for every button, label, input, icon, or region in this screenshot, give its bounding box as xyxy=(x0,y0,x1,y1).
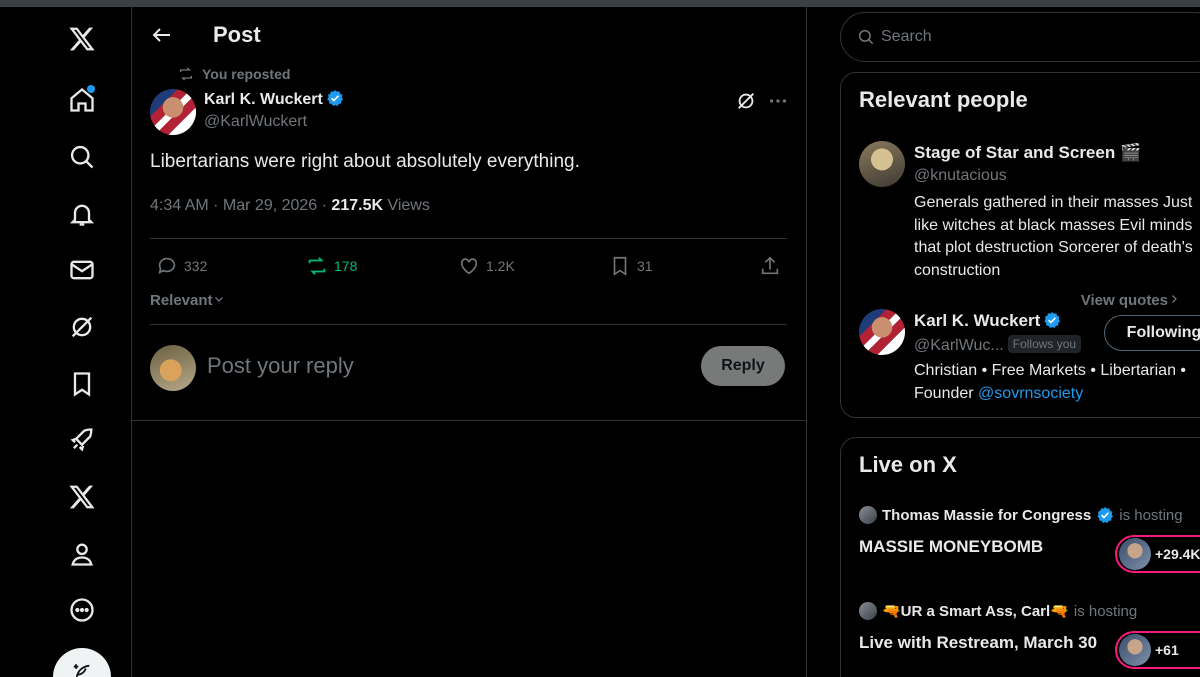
post-text: Libertarians were right about absolutely… xyxy=(150,151,580,172)
author-handle[interactable]: @KarlWuckert xyxy=(204,113,307,131)
rocket-icon[interactable] xyxy=(62,420,102,460)
reposted-indicator: You reposted xyxy=(178,66,290,82)
repost-active-icon xyxy=(308,257,326,275)
post-meta: 4:34 AM · Mar 29, 2026 · 217.5K Views xyxy=(150,197,430,215)
search-input[interactable]: Search xyxy=(840,12,1200,62)
reply-input[interactable]: Post your reply xyxy=(207,353,354,379)
reply-sort-label: Relevant xyxy=(150,292,213,309)
compose-feather-icon xyxy=(73,664,90,677)
author-name-row[interactable]: Karl K. Wuckert xyxy=(204,89,344,109)
person-bio: Christian • Free Markets • Libertarian •… xyxy=(914,360,1200,405)
reply-action[interactable]: 332 xyxy=(156,255,207,277)
space-host-line[interactable]: Thomas Massie for Congress is hosting xyxy=(859,506,1183,524)
person-avatar[interactable] xyxy=(859,309,905,355)
heart-icon xyxy=(460,258,478,275)
person-handle[interactable]: @KarlWuc... xyxy=(914,337,1004,354)
bio-mention-link[interactable]: @sovrnsociety xyxy=(978,385,1083,402)
reply-sort-dropdown[interactable]: Relevant xyxy=(150,292,225,309)
verified-badge-icon xyxy=(1044,312,1061,328)
explore-icon[interactable] xyxy=(62,137,102,177)
grok-icon[interactable] xyxy=(62,307,102,347)
premium-x-icon[interactable] xyxy=(62,477,102,517)
host-avatar xyxy=(859,506,877,524)
my-avatar[interactable] xyxy=(150,345,196,391)
like-count: 1.2K xyxy=(486,258,515,274)
person-bio: Generals gathered in their masses Just l… xyxy=(914,194,1193,279)
follows-you-badge: Follows you xyxy=(1007,335,1082,353)
space-host-line[interactable]: 🔫UR a Smart Ass, Carl🔫 is hosting xyxy=(859,602,1137,620)
listener-avatar xyxy=(1119,634,1151,666)
repost-action[interactable]: 178 xyxy=(306,255,357,277)
person-name[interactable]: Stage of Star and Screen 🎬 xyxy=(914,143,1141,163)
listener-count: +29.4K xyxy=(1155,546,1200,562)
views-count: 217.5K xyxy=(331,197,384,214)
author-avatar[interactable] xyxy=(150,89,196,135)
notifications-icon[interactable] xyxy=(62,194,102,234)
following-button[interactable]: Following xyxy=(1104,315,1200,351)
post-timestamp[interactable]: 4:34 AM · Mar 29, 2026 · xyxy=(150,197,331,214)
relevant-people-title: Relevant people xyxy=(859,87,1028,112)
verified-badge-icon xyxy=(1097,507,1114,523)
views-label: Views xyxy=(383,197,430,214)
divider xyxy=(150,324,787,325)
person-name[interactable]: Karl K. Wuckert xyxy=(914,311,1040,330)
space-listeners[interactable]: +29.4K xyxy=(1115,535,1200,573)
person-avatar[interactable] xyxy=(859,141,905,187)
person-handle-row: @KarlWuc... Follows you xyxy=(914,335,1082,355)
person-name-row[interactable]: Karl K. Wuckert xyxy=(914,311,1061,331)
reply-count: 332 xyxy=(184,258,208,274)
compose-button[interactable] xyxy=(53,648,111,677)
host-name: 🔫UR a Smart Ass, Carl🔫 xyxy=(882,603,1069,620)
space-title[interactable]: MASSIE MONEYBOMB xyxy=(859,537,1043,557)
space-title[interactable]: Live with Restream, March 30 xyxy=(859,633,1097,653)
share-action[interactable] xyxy=(759,255,781,277)
reposted-label: You reposted xyxy=(202,66,291,82)
messages-icon[interactable] xyxy=(62,250,102,290)
repost-count: 178 xyxy=(334,258,358,274)
profile-icon[interactable] xyxy=(62,534,102,574)
hosting-label: is hosting xyxy=(1119,506,1183,524)
host-name: Thomas Massie for Congress xyxy=(882,506,1092,524)
live-title: Live on X xyxy=(859,452,957,477)
divider xyxy=(132,420,807,421)
person-handle[interactable]: @knutacious xyxy=(914,167,1007,185)
bookmark-action[interactable]: 31 xyxy=(609,255,653,277)
listener-count: +61 xyxy=(1155,642,1179,658)
reply-button[interactable]: Reply xyxy=(701,346,785,386)
home-icon[interactable] xyxy=(62,80,102,120)
repost-icon xyxy=(180,67,192,81)
like-action[interactable]: 1.2K xyxy=(458,255,515,277)
reply-icon xyxy=(158,257,176,274)
relevant-people-card: Relevant people Stage of Star and Screen… xyxy=(840,72,1200,418)
share-icon xyxy=(761,256,779,275)
bookmark-icon xyxy=(613,256,627,276)
live-on-x-card: Live on X Thomas Massie for Congress is … xyxy=(840,437,1200,677)
page-title: Post xyxy=(213,22,261,47)
left-nav xyxy=(0,7,132,677)
x-logo-icon[interactable] xyxy=(62,19,102,59)
new-posts-dot xyxy=(87,85,95,93)
verified-badge-icon xyxy=(327,90,343,106)
search-icon xyxy=(858,29,874,45)
more-icon[interactable] xyxy=(62,590,102,630)
back-arrow-icon[interactable] xyxy=(150,23,174,47)
grok-explain-icon[interactable] xyxy=(735,90,757,117)
more-options-icon[interactable] xyxy=(767,90,789,117)
listener-avatar xyxy=(1119,538,1151,570)
search-placeholder: Search xyxy=(881,28,932,45)
bookmark-count: 31 xyxy=(637,258,653,274)
divider xyxy=(150,238,787,239)
host-avatar xyxy=(859,602,877,620)
space-listeners[interactable]: +61 xyxy=(1115,631,1200,669)
author-name[interactable]: Karl K. Wuckert xyxy=(204,91,323,108)
browser-top-bar xyxy=(0,0,1200,7)
hosting-label: is hosting xyxy=(1073,602,1138,620)
chevron-down-icon xyxy=(214,297,223,302)
bookmarks-icon[interactable] xyxy=(62,364,102,404)
